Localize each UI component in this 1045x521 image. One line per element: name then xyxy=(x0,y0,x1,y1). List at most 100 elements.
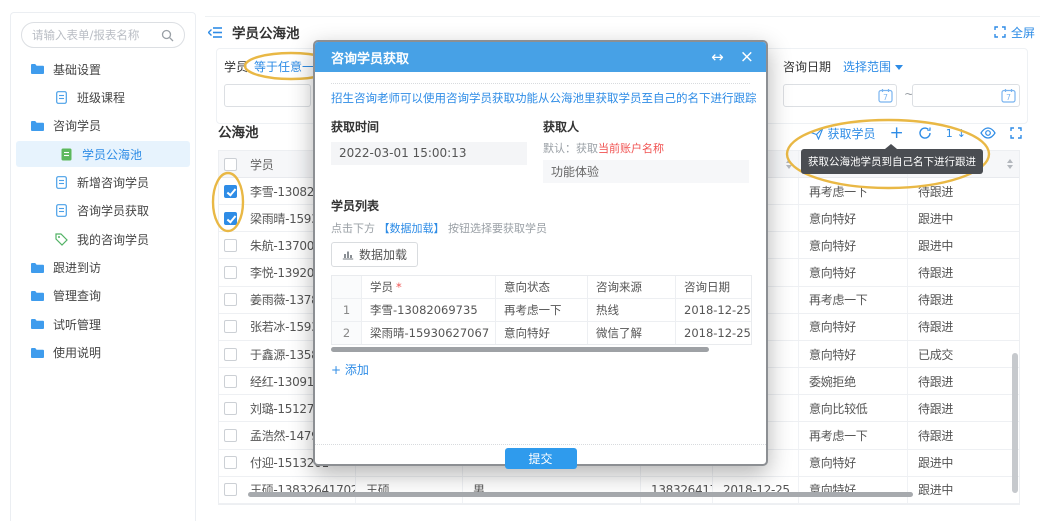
sidebar-item-5[interactable]: 咨询学员获取 xyxy=(11,197,195,225)
close-icon[interactable]: × xyxy=(740,49,754,66)
cell-intent: 意向特好 xyxy=(799,205,908,231)
sidebar-item-6[interactable]: 我的咨询学员 xyxy=(11,225,195,253)
sidebar-item-label: 基础设置 xyxy=(53,61,101,78)
sidebar-item-9[interactable]: 试听管理 xyxy=(11,310,195,338)
sort-toggle-icon[interactable] xyxy=(786,159,792,169)
cell-intent: 再考虑一下 xyxy=(496,299,588,321)
row-checkbox[interactable] xyxy=(224,293,237,306)
load-hint-link[interactable]: 【数据加载】 xyxy=(379,222,445,235)
calendar-icon[interactable]: 7 xyxy=(878,88,893,103)
row-checkbox[interactable] xyxy=(224,456,237,469)
modal-description: 招生咨询老师可以使用咨询学员获取功能从公海池里获取学员至自己的名下进行跟踪 xyxy=(331,90,750,106)
cell-follow: 待跟进 xyxy=(908,259,1019,285)
row-checkbox[interactable] xyxy=(224,266,237,279)
cell-follow: 跟进中 xyxy=(908,232,1019,258)
collapse-menu-icon[interactable] xyxy=(208,26,223,39)
divider xyxy=(331,83,750,84)
cell-follow: 待跟进 xyxy=(908,178,1019,204)
send-icon xyxy=(810,127,824,140)
sidebar-item-label: 新增咨询学员 xyxy=(77,174,149,191)
row-checkbox[interactable] xyxy=(224,239,237,252)
fullscreen-button[interactable]: 全屏 xyxy=(994,24,1040,41)
row-checkbox[interactable] xyxy=(224,483,237,496)
cell-follow: 跟进中 xyxy=(908,477,1019,503)
modal-student-table: 学员* 意向状态 咨询来源 咨询日期 1李雪-13082069735再考虑一下热… xyxy=(331,275,752,345)
sort-toggle-icon[interactable] xyxy=(1007,159,1013,169)
folder-icon xyxy=(29,262,45,274)
cell-date: 2018-12-25 xyxy=(713,477,799,503)
sidebar-item-2[interactable]: 咨询学员 xyxy=(11,112,195,140)
data-load-button[interactable]: 数据加载 xyxy=(331,242,418,267)
cell-index: 1 xyxy=(332,299,362,321)
modal-horizontal-scrollbar-thumb[interactable] xyxy=(331,347,709,352)
cell-intent: 再考虑一下 xyxy=(799,178,908,204)
submit-button[interactable]: 提交 xyxy=(505,448,577,469)
acquire-time-value: 2022-03-01 15:00:13 xyxy=(331,142,527,165)
cell-intent: 意向特好 xyxy=(799,314,908,340)
cell-intent: 意向特好 xyxy=(799,232,908,258)
cell-intent: 意向特好 xyxy=(799,477,908,503)
svg-text:7: 7 xyxy=(883,93,888,102)
cell-intent: 意向比较低 xyxy=(799,395,908,421)
svg-text:7: 7 xyxy=(1006,93,1011,102)
expand-table-icon[interactable] xyxy=(1010,127,1022,139)
row-checkbox[interactable] xyxy=(224,402,237,415)
filter-student-operator[interactable]: 等于任意一 xyxy=(254,58,314,75)
modal-header: 咨询学员获取 ↔ × xyxy=(315,42,766,72)
row-checkbox[interactable] xyxy=(224,348,237,361)
sidebar-item-label: 试听管理 xyxy=(53,316,101,333)
cell-intent: 意向特好 xyxy=(799,259,908,285)
filter-student-input[interactable] xyxy=(224,84,311,107)
calendar-icon[interactable]: 7 xyxy=(1001,88,1016,103)
cell-intent: 再考虑一下 xyxy=(799,422,908,448)
add-student-link[interactable]: + 添加 xyxy=(331,361,369,378)
divider xyxy=(315,444,766,445)
horizontal-scrollbar-thumb[interactable] xyxy=(248,492,913,497)
cell-phone: 13832641702 xyxy=(641,477,713,503)
sidebar-item-7[interactable]: 跟进到访 xyxy=(11,253,195,281)
sort-order-button[interactable]: 1↓ xyxy=(946,127,966,140)
row-checkbox[interactable] xyxy=(224,320,237,333)
document-icon xyxy=(53,176,69,189)
refresh-button[interactable] xyxy=(918,126,932,140)
modal-table-row: 2梁雨晴-15930627067意向特好微信了解2018-12-25 xyxy=(332,322,751,344)
sidebar-item-label: 我的咨询学员 xyxy=(77,231,149,248)
load-hint: 点击下方 【数据加载】 按钮选择要获取学员 xyxy=(331,220,750,236)
sidebar-search-box[interactable]: 请输入表单/报表名称 xyxy=(21,22,185,48)
sidebar-item-4[interactable]: 新增咨询学员 xyxy=(11,168,195,196)
sidebar-item-0[interactable]: 基础设置 xyxy=(11,55,195,83)
cell-intent: 委婉拒绝 xyxy=(799,368,908,394)
modal-table-body: 1李雪-13082069735再考虑一下热线2018-12-252梁雨晴-159… xyxy=(332,299,751,344)
select-all-checkbox[interactable] xyxy=(224,158,237,171)
acquire-students-button[interactable]: 获取学员 xyxy=(810,125,876,142)
table-row: 王硕-13832641702王硕男138326417022018-12-25意向… xyxy=(219,477,1019,504)
acquire-time-label: 获取时间 xyxy=(331,118,543,135)
cell-follow: 待跟进 xyxy=(908,368,1019,394)
cell-intent: 意向特好 xyxy=(799,450,908,476)
acquire-person-label: 获取人 xyxy=(543,118,750,135)
sidebar-item-8[interactable]: 管理查询 xyxy=(11,282,195,310)
cell-intent: 再考虑一下 xyxy=(799,287,908,313)
sidebar-item-label: 班级课程 xyxy=(77,89,125,106)
modal-col-date: 咨询日期 xyxy=(676,276,753,298)
sidebar-nav: 基础设置班级课程咨询学员学员公海池新增咨询学员咨询学员获取我的咨询学员跟进到访管… xyxy=(11,55,195,367)
column-visibility-button[interactable] xyxy=(980,127,996,139)
row-checkbox[interactable] xyxy=(224,185,237,198)
modal-table-row: 1李雪-13082069735再考虑一下热线2018-12-25 xyxy=(332,299,751,322)
tag-icon xyxy=(53,233,69,246)
student-list-label: 学员列表 xyxy=(331,197,750,214)
add-row-button[interactable]: + xyxy=(890,126,904,140)
filter-date-operator[interactable]: 选择范围 xyxy=(843,58,903,75)
sidebar-item-1[interactable]: 班级课程 xyxy=(11,83,195,111)
cell-date: 2018-12-25 xyxy=(676,322,753,344)
resize-icon[interactable]: ↔ xyxy=(711,50,724,65)
cell-follow: 跟进中 xyxy=(908,205,1019,231)
vertical-scrollbar-thumb[interactable] xyxy=(1012,353,1018,493)
row-checkbox[interactable] xyxy=(224,212,237,225)
folder-icon xyxy=(29,318,45,330)
acquire-person-hint: 默认：获取当前账户名称 xyxy=(543,140,750,156)
sidebar-item-10[interactable]: 使用说明 xyxy=(11,339,195,367)
row-checkbox[interactable] xyxy=(224,375,237,388)
row-checkbox[interactable] xyxy=(224,429,237,442)
sidebar-item-3[interactable]: 学员公海池 xyxy=(16,141,190,167)
